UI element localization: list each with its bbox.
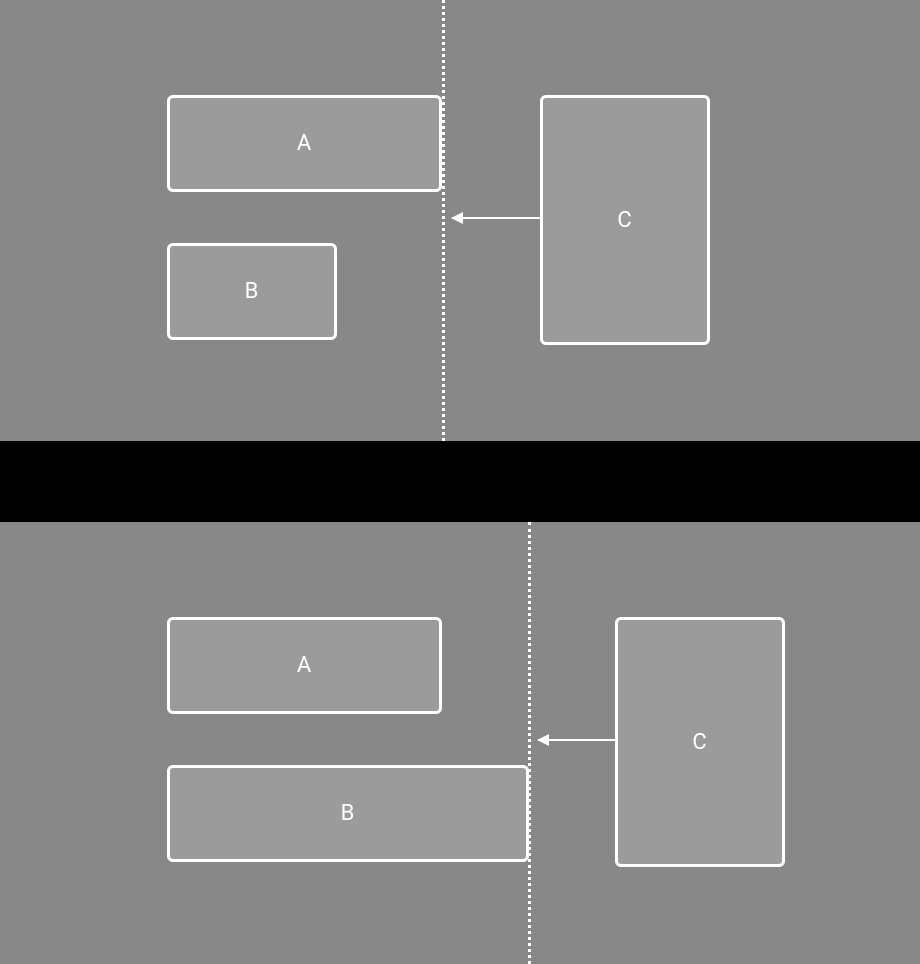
box-c: C <box>615 617 785 867</box>
arrow-left-icon <box>538 739 615 741</box>
arrow-left-icon <box>452 217 540 219</box>
box-a: A <box>167 95 442 192</box>
vertical-divider <box>442 0 445 441</box>
box-b: B <box>167 243 337 340</box>
vertical-divider <box>528 522 531 964</box>
box-c: C <box>540 95 710 345</box>
diagram-panel-top: A B C <box>0 0 920 441</box>
panel-gap <box>0 441 920 522</box>
box-a-label: A <box>297 653 312 678</box>
box-b-label: B <box>341 801 356 826</box>
box-c-label: C <box>617 208 632 233</box>
box-c-label: C <box>692 730 707 755</box>
box-b: B <box>167 765 529 862</box>
box-a: A <box>167 617 442 714</box>
box-b-label: B <box>245 279 260 304</box>
box-a-label: A <box>297 131 312 156</box>
diagram-panel-bottom: A B C <box>0 522 920 964</box>
